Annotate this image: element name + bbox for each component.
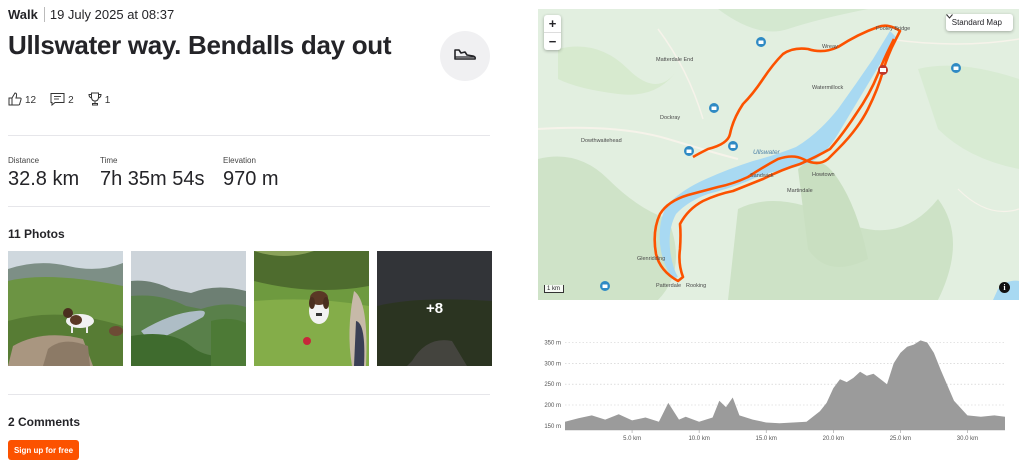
zoom-out-button[interactable]: − xyxy=(544,32,561,50)
zoom-in-button[interactable]: + xyxy=(544,15,561,32)
photo-strip: +8 xyxy=(8,251,492,366)
map-label-dockray: Dockray xyxy=(660,115,680,121)
divider xyxy=(8,394,490,395)
photo-thumbnail-dog-on-rock[interactable] xyxy=(8,251,123,366)
comments-button[interactable]: 2 xyxy=(50,92,74,109)
more-photos-count: +8 xyxy=(425,300,444,317)
map-label-matterdale-end: Matterdale End xyxy=(656,57,693,63)
x-tick-label: 25.0 km xyxy=(890,436,911,442)
social-row: 12 2 1 xyxy=(8,92,110,109)
comments-heading: 2 Comments xyxy=(8,415,81,429)
activity-date: 19 July 2025 at 08:37 xyxy=(49,7,175,22)
x-tick-label: 10.0 km xyxy=(688,436,709,442)
comment-icon xyxy=(50,92,65,109)
map-label-wreay: Wreay xyxy=(822,44,838,50)
x-tick-label: 5.0 km xyxy=(623,436,641,442)
activity-type: Walk xyxy=(8,7,38,22)
stat-label: Time xyxy=(100,156,118,165)
stats-row: Distance 32.8 km Time 7h 35m 54s Elevati… xyxy=(8,156,279,191)
shoe-icon xyxy=(453,46,477,67)
stat-time: Time 7h 35m 54s xyxy=(100,156,223,191)
header-separator xyxy=(43,7,45,22)
map-label-ullswater: Ullswater xyxy=(753,149,781,156)
map-type-label: Standard Map xyxy=(951,18,1002,27)
sport-badge xyxy=(440,31,490,81)
thumbs-up-icon xyxy=(8,92,22,109)
stat-label: Elevation xyxy=(223,156,256,165)
achievements-count: 1 xyxy=(104,95,111,106)
divider xyxy=(8,135,490,136)
map-label-patterdale: Patterdale xyxy=(656,283,681,289)
achievements-button[interactable]: 1 xyxy=(88,92,111,109)
photo-thumbnail-more[interactable]: +8 xyxy=(377,251,492,366)
x-tick-label: 30.0 km xyxy=(957,436,978,442)
divider xyxy=(8,206,490,207)
kudos-count: 12 xyxy=(25,95,37,106)
stat-value: 970 m xyxy=(223,168,279,190)
elevation-chart[interactable]: 150 m 200 m 250 m 300 m 350 m 5.0 km 10.0 km 15… xyxy=(538,326,1019,444)
stat-label: Distance xyxy=(8,156,40,165)
map-label-rooking: Rooking xyxy=(686,283,706,289)
elevation-area xyxy=(565,340,1005,430)
activity-title: Ullswater way. Bendalls day out xyxy=(8,30,392,60)
photo-thumbnail-dog-on-grass[interactable] xyxy=(254,251,369,366)
trophy-icon xyxy=(88,92,102,109)
comments-count: 2 xyxy=(68,95,74,106)
y-tick-label: 350 m xyxy=(544,341,561,347)
map-label-dowthwaitehead: Dowthwaitehead xyxy=(581,138,622,144)
map-type-select[interactable]: Standard Map xyxy=(945,14,1013,31)
kudos-button[interactable]: 12 xyxy=(8,92,36,109)
info-icon[interactable]: i xyxy=(999,282,1010,293)
map-label-martindale: Martindale xyxy=(787,188,813,194)
y-tick-label: 300 m xyxy=(544,361,561,367)
x-tick-label: 15.0 km xyxy=(756,436,777,442)
stat-distance: Distance 32.8 km xyxy=(8,156,100,191)
signup-button[interactable]: Sign up for free xyxy=(8,440,79,460)
y-tick-label: 200 m xyxy=(544,403,561,409)
map-label-pooley-bridge: Pooley Bridge xyxy=(876,26,910,32)
activity-header: Walk 19 July 2025 at 08:37 xyxy=(8,7,174,22)
map-scale: 1 km xyxy=(544,285,565,293)
photos-heading: 11 Photos xyxy=(8,227,65,241)
y-tick-label: 250 m xyxy=(544,382,561,388)
map-canvas: Pooley Bridge Wreay Watermillock Matterd… xyxy=(538,9,1019,300)
stat-elevation: Elevation 970 m xyxy=(223,156,279,191)
route-map[interactable]: Pooley Bridge Wreay Watermillock Matterd… xyxy=(538,9,1019,300)
y-tick-label: 150 m xyxy=(544,424,561,430)
map-label-howtown: Howtown xyxy=(812,172,835,178)
stat-value: 32.8 km xyxy=(8,168,80,190)
map-label-watermillock: Watermillock xyxy=(812,85,844,91)
x-tick-label: 20.0 km xyxy=(823,436,844,442)
zoom-controls: + − xyxy=(544,15,561,50)
map-label-sandwick: Sandwick xyxy=(750,173,774,179)
stat-value: 7h 35m 54s xyxy=(100,168,205,190)
map-label-glenridding: Glenridding xyxy=(637,256,665,262)
photo-thumbnail-lake-view[interactable] xyxy=(131,251,246,366)
